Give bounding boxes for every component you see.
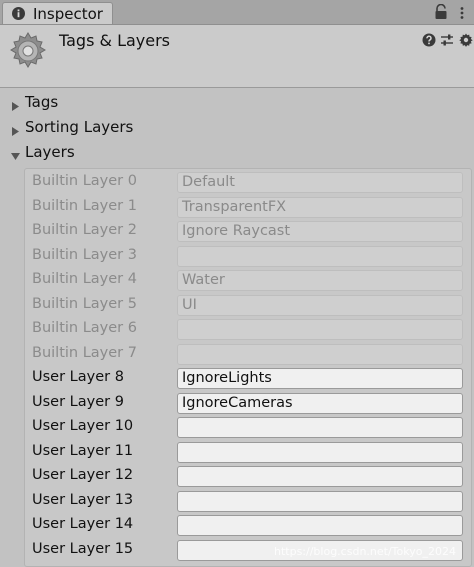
layer-name-field: Water (177, 270, 463, 291)
layer-name-input[interactable] (177, 417, 463, 438)
foldout-label: Sorting Layers (25, 118, 134, 136)
layer-label: Builtin Layer 3 (32, 246, 137, 263)
gear-icon (8, 31, 48, 71)
layer-row-builtin-0: Builtin Layer 0 Default (0, 171, 474, 195)
triangle-right-icon (10, 122, 21, 136)
layer-row-builtin-4: Builtin Layer 4 Water (0, 269, 474, 293)
lock-icon[interactable] (434, 3, 448, 20)
layer-row-builtin-1: Builtin Layer 1 TransparentFX (0, 196, 474, 220)
watermark: https://blog.csdn.net/Tokyo_2024 (274, 545, 456, 558)
foldout-layers[interactable]: Layers (0, 142, 474, 164)
triangle-right-icon (10, 97, 21, 111)
layer-label: User Layer 13 (32, 491, 134, 508)
layer-label: Builtin Layer 5 (32, 295, 137, 312)
layer-row-builtin-5: Builtin Layer 5 UI (0, 294, 474, 318)
layer-name-input[interactable] (177, 466, 463, 487)
layer-name-input[interactable]: IgnoreCameras (177, 392, 463, 414)
layer-label: Builtin Layer 7 (32, 344, 137, 361)
layer-name-input[interactable]: IgnoreLights (177, 368, 463, 389)
layer-label: User Layer 14 (32, 516, 134, 532)
layer-name-input[interactable] (177, 490, 463, 512)
layer-name-input[interactable] (177, 515, 463, 536)
info-icon (11, 6, 26, 21)
help-icon[interactable] (422, 32, 436, 47)
layer-name-field: TransparentFX (177, 196, 463, 218)
layer-row-builtin-7: Builtin Layer 7 (0, 343, 474, 367)
layer-name-input[interactable] (177, 441, 463, 463)
layer-label: Builtin Layer 0 (32, 173, 137, 189)
layer-row-user-13: User Layer 13 (0, 490, 474, 514)
layer-label: User Layer 10 (32, 418, 134, 434)
layer-name-field (177, 245, 463, 267)
presets-icon[interactable] (440, 32, 454, 46)
inspector-header: Tags & Layers (0, 25, 474, 88)
layer-row-builtin-3: Builtin Layer 3 (0, 245, 474, 269)
foldout-label: Layers (25, 143, 75, 161)
tab-inspector[interactable]: Inspector (2, 2, 113, 24)
layer-row-builtin-6: Builtin Layer 6 (0, 318, 474, 342)
layer-row-builtin-2: Builtin Layer 2 Ignore Raycast (0, 220, 474, 244)
layer-row-user-14: User Layer 14 (0, 514, 474, 538)
layer-row-user-11: User Layer 11 (0, 441, 474, 465)
foldout-sorting-layers[interactable]: Sorting Layers (0, 117, 474, 139)
layer-label: User Layer 8 (32, 369, 124, 385)
layer-label: User Layer 9 (32, 393, 124, 410)
layer-label: User Layer 11 (32, 442, 134, 459)
layer-name-field: Ignore Raycast (177, 221, 463, 242)
layer-row-user-8: User Layer 8 IgnoreLights (0, 367, 474, 391)
layer-row-user-12: User Layer 12 (0, 465, 474, 489)
layer-name-field (177, 343, 463, 365)
kebab-menu-icon[interactable] (455, 5, 469, 19)
tab-bar: Inspector (0, 0, 474, 25)
layer-row-user-10: User Layer 10 (0, 416, 474, 440)
foldout-label: Tags (25, 93, 59, 111)
layer-label: Builtin Layer 6 (32, 320, 137, 336)
settings-icon[interactable] (459, 32, 473, 47)
layer-name-field: Default (177, 172, 463, 193)
layer-label: Builtin Layer 1 (32, 197, 137, 214)
layer-label: Builtin Layer 4 (32, 271, 137, 287)
page-title: Tags & Layers (59, 31, 171, 50)
layer-name-field (177, 319, 463, 340)
triangle-down-icon (10, 147, 21, 160)
foldout-tags[interactable]: Tags (0, 92, 474, 114)
layer-name-field: UI (177, 294, 463, 316)
layer-row-user-9: User Layer 9 IgnoreCameras (0, 392, 474, 416)
layer-label: User Layer 15 (32, 540, 134, 557)
tab-label: Inspector (33, 5, 103, 23)
layer-label: Builtin Layer 2 (32, 222, 137, 238)
layer-label: User Layer 12 (32, 467, 134, 483)
